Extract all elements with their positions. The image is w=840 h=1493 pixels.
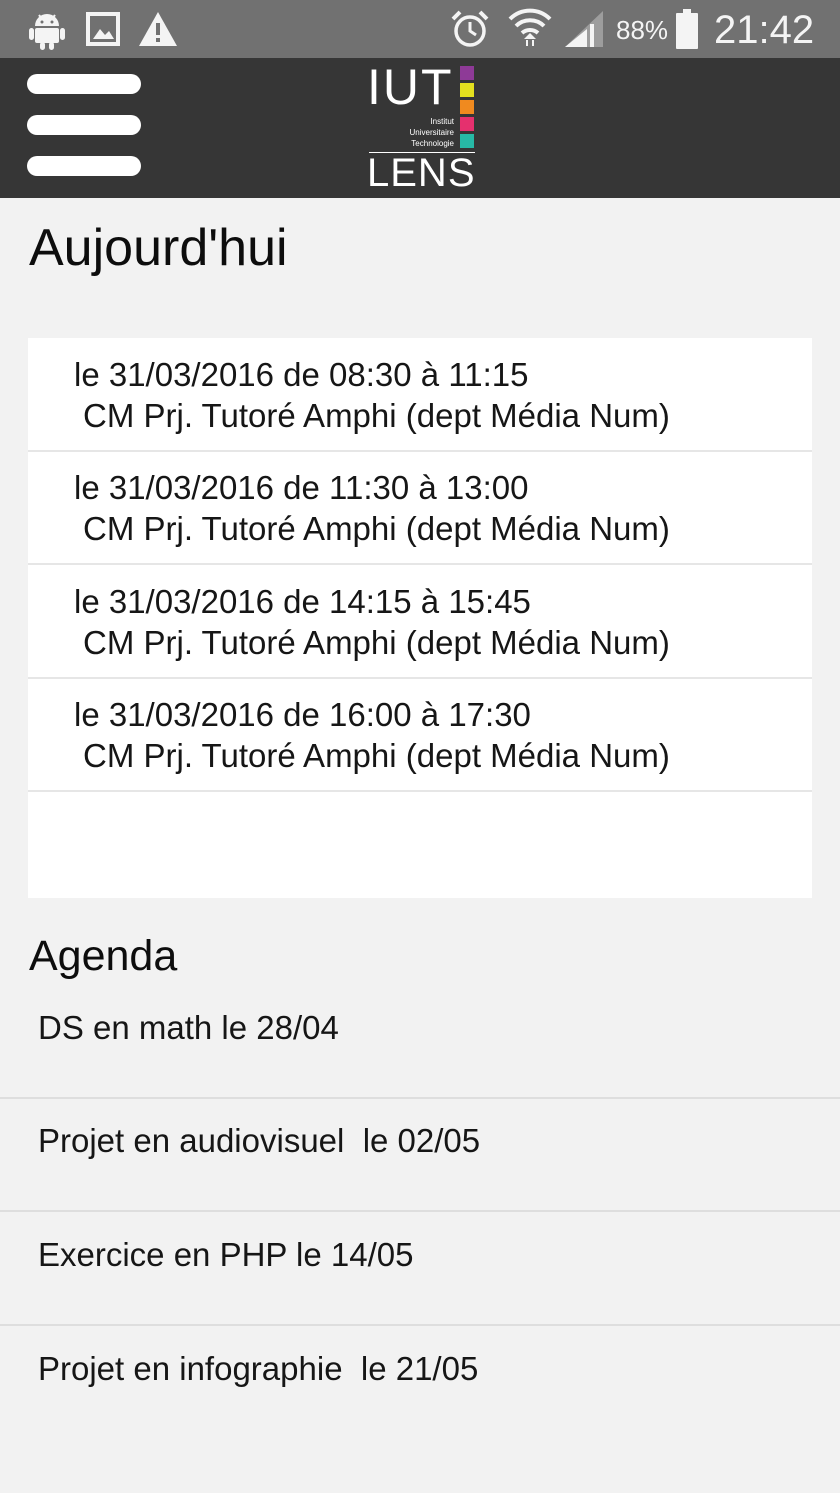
status-bar: 88% 21:42 (0, 0, 840, 58)
course-description: CM Prj. Tutoré Amphi (dept Média Num) (83, 624, 670, 661)
course-time: le 31/03/2016 de 16:00 à 17:30 (74, 696, 531, 733)
logo-square-yellow (460, 83, 474, 97)
signal-icon (565, 11, 603, 47)
agenda-item-label: DS en math le 28/04 (38, 1009, 339, 1046)
agenda-title: Agenda (29, 932, 178, 980)
warning-icon (139, 12, 177, 46)
logo-main-text: IUT (367, 59, 454, 115)
logo-square-orange (460, 100, 474, 114)
battery-percent: 88% (616, 15, 669, 45)
logo-line-3: Technologie (411, 139, 454, 148)
agenda-item[interactable]: Exercice en PHP le 14/05 (0, 1212, 840, 1326)
course-time: le 31/03/2016 de 14:15 à 15:45 (74, 583, 531, 620)
menu-bar-2 (27, 115, 141, 135)
iut-lens-logo: IUT Institut Universitaire Technologie L… (364, 59, 482, 195)
wifi-icon (508, 8, 552, 46)
menu-bar-1 (27, 74, 141, 94)
battery-icon (676, 9, 698, 49)
course-item[interactable]: le 31/03/2016 de 08:30 à 11:15 CM Prj. T… (28, 338, 812, 452)
logo-line-2: Universitaire (409, 128, 454, 137)
gallery-icon (86, 12, 120, 46)
course-time: le 31/03/2016 de 11:30 à 13:00 (74, 469, 529, 506)
status-time: 21:42 (714, 8, 815, 52)
course-item[interactable]: le 31/03/2016 de 14:15 à 15:45 CM Prj. T… (28, 565, 812, 679)
today-course-list: le 31/03/2016 de 08:30 à 11:15 CM Prj. T… (28, 338, 812, 898)
course-description: CM Prj. Tutoré Amphi (dept Média Num) (83, 737, 670, 774)
menu-button[interactable] (27, 74, 141, 180)
logo-city-text: LENS (367, 151, 476, 195)
course-description: CM Prj. Tutoré Amphi (dept Média Num) (83, 510, 670, 547)
agenda-item[interactable]: DS en math le 28/04 (0, 985, 840, 1099)
logo-line-1: Institut (430, 117, 454, 126)
course-item[interactable]: le 31/03/2016 de 11:30 à 13:00 CM Prj. T… (28, 451, 812, 565)
agenda-item-label: Exercice en PHP le 14/05 (38, 1236, 414, 1273)
course-time: le 31/03/2016 de 08:30 à 11:15 (74, 356, 529, 393)
logo-square-teal (460, 134, 474, 148)
android-icon (29, 14, 65, 50)
course-item[interactable]: le 31/03/2016 de 16:00 à 17:30 CM Prj. T… (28, 678, 812, 792)
today-title: Aujourd'hui (29, 219, 288, 277)
app-bar: IUT Institut Universitaire Technologie L… (0, 58, 840, 198)
menu-bar-3 (27, 156, 141, 176)
agenda-item[interactable]: Projet en infographie le 21/05 (0, 1326, 840, 1440)
agenda-item-label: Projet en infographie le 21/05 (38, 1350, 479, 1387)
agenda-item-label: Projet en audiovisuel le 02/05 (38, 1122, 481, 1159)
agenda-item[interactable]: Projet en audiovisuel le 02/05 (0, 1098, 840, 1212)
logo-square-pink (460, 117, 474, 131)
alarm-icon (451, 10, 489, 47)
logo-square-purple (460, 66, 474, 80)
course-description: CM Prj. Tutoré Amphi (dept Média Num) (83, 397, 670, 434)
